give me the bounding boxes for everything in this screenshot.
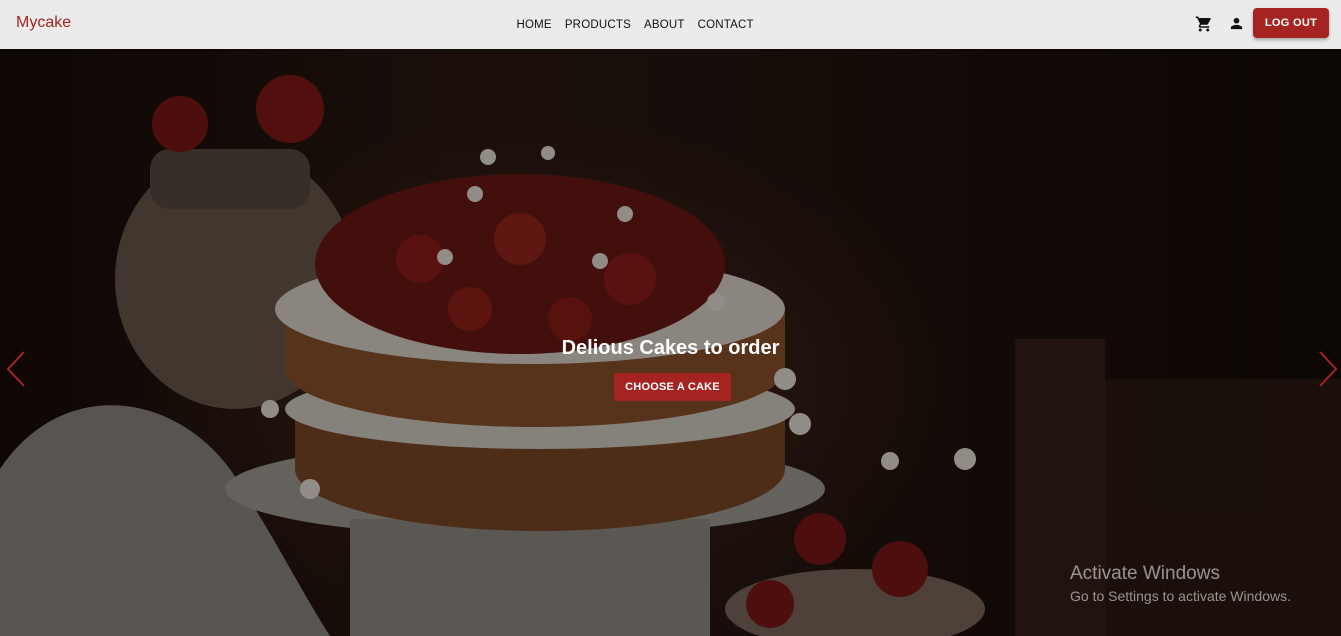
nav-home[interactable]: HOME [510,19,558,31]
brand-logo[interactable]: Mycake [16,14,71,32]
top-navbar: Mycake HOME PRODUCTS ABOUT CONTACT LOG O… [0,0,1341,49]
nav-contact[interactable]: CONTACT [691,19,760,31]
hero-caption: Delious Cakes to order [561,337,780,359]
chevron-right-icon[interactable] [1317,349,1339,389]
chevron-left-icon[interactable] [5,349,27,389]
logout-button[interactable]: LOG OUT [1253,8,1329,38]
main-nav: HOME PRODUCTS ABOUT CONTACT [510,0,760,49]
watermark-title: Activate Windows [1070,563,1220,584]
nav-about[interactable]: ABOUT [637,19,691,31]
shopping-cart-icon[interactable] [1195,15,1213,33]
person-icon[interactable] [1228,15,1245,32]
watermark-subtitle: Go to Settings to activate Windows. [1070,588,1291,604]
nav-products[interactable]: PRODUCTS [558,19,637,31]
activate-windows-watermark: Activate Windows Go to Settings to activ… [1070,563,1291,604]
choose-cake-button[interactable]: CHOOSE A CAKE [614,373,731,401]
hero-carousel: Delious Cakes to order CHOOSE A CAKE Act… [0,49,1341,636]
